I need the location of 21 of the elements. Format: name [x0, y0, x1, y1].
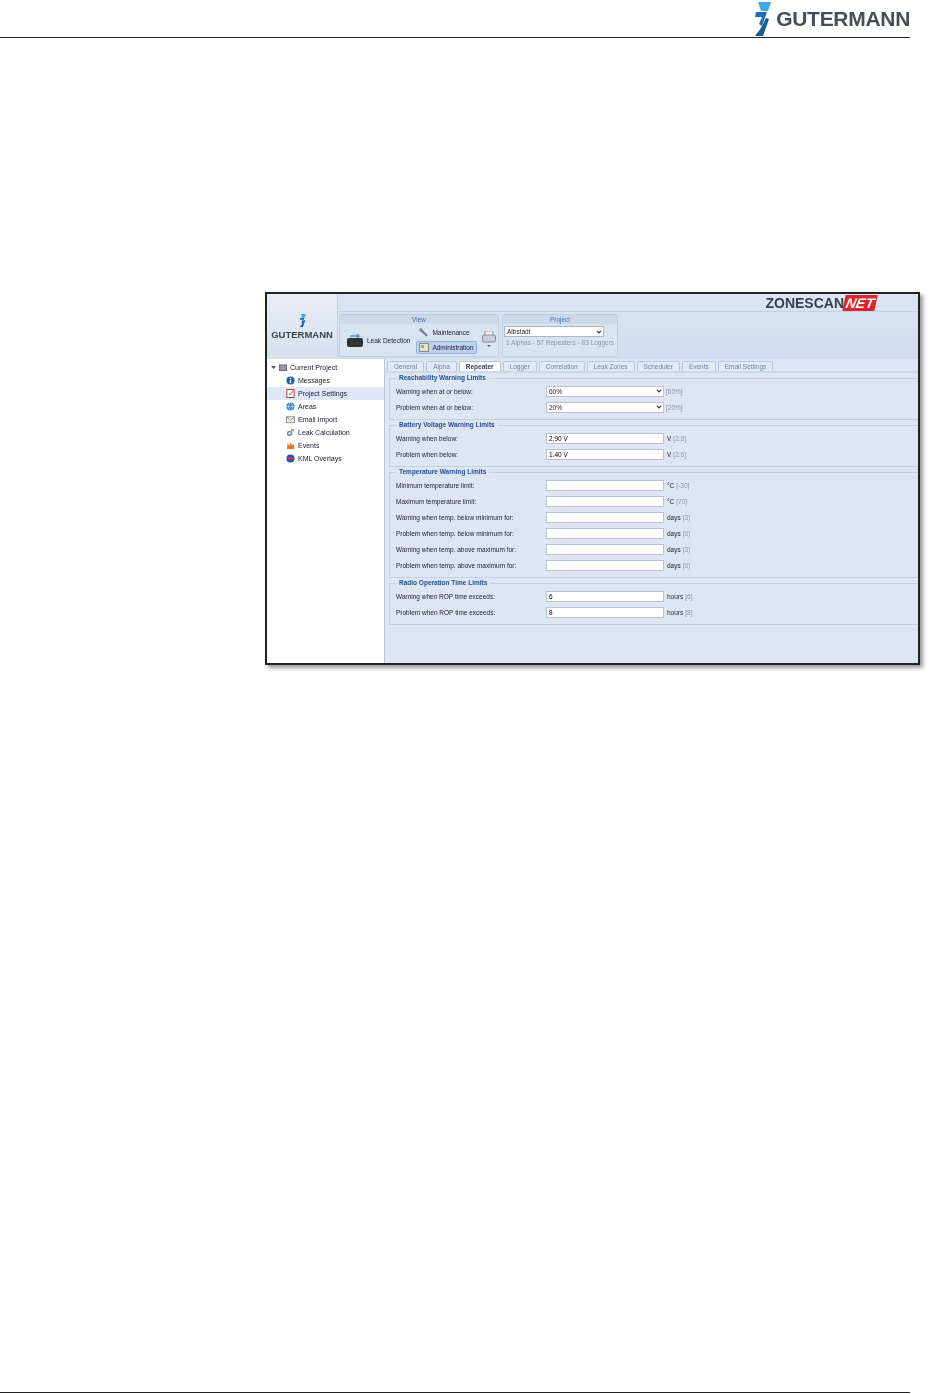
- logo-icon: [752, 1, 773, 36]
- product-suffix: NET: [842, 294, 878, 311]
- input-field[interactable]: [546, 559, 664, 571]
- tree-item-icon: [286, 454, 295, 463]
- input-field[interactable]: [546, 543, 664, 555]
- input-field[interactable]: [546, 479, 664, 491]
- tree-item-icon: [286, 389, 295, 398]
- tree-item-icon: [286, 376, 295, 385]
- tree-item-icon: [286, 441, 295, 450]
- input-field[interactable]: [546, 511, 664, 523]
- tree-item-icon: [286, 415, 295, 424]
- wrench-icon: [419, 328, 430, 337]
- tree-item-icon: [286, 402, 295, 411]
- input-field[interactable]: [546, 495, 664, 507]
- product-name: ZONESCAN: [765, 294, 844, 311]
- logo-icon: [297, 313, 307, 327]
- input-field[interactable]: [546, 527, 664, 539]
- print-button[interactable]: [479, 331, 498, 349]
- app-logo: GUTERMANN: [271, 328, 333, 340]
- brand-name: GUTERMANN: [776, 6, 910, 31]
- tree-item-icon: [286, 428, 295, 437]
